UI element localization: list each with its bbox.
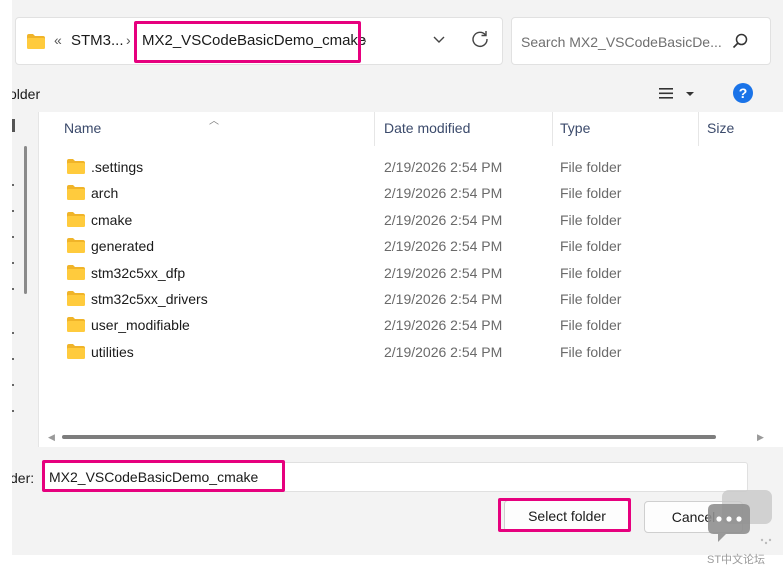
file-date: 2/19/2026 2:54 PM xyxy=(384,159,503,175)
file-type: File folder xyxy=(560,343,622,360)
table-row[interactable]: generated 2/19/2026 2:54 PM File folder xyxy=(39,233,783,259)
table-row[interactable]: stm32c5xx_dfp 2/19/2026 2:54 PM File folde… xyxy=(39,260,783,286)
file-type: File folder xyxy=(560,159,622,175)
file-date: 2/19/2026 2:54 PM xyxy=(384,343,503,360)
file-date: 2/19/2026 2:54 PM xyxy=(384,211,503,228)
folder-icon xyxy=(67,291,85,306)
nav-item-marker xyxy=(12,288,14,290)
nav-item-marker xyxy=(12,358,14,360)
column-divider[interactable] xyxy=(698,112,699,146)
breadcrumb-highlight xyxy=(134,21,361,63)
navigation-pane[interactable] xyxy=(12,112,38,447)
column-divider[interactable] xyxy=(552,112,553,146)
breadcrumb-item-parent[interactable]: STM3... xyxy=(71,32,124,49)
folder-icon xyxy=(67,264,85,280)
breadcrumb-separator-end[interactable]: › xyxy=(362,32,367,48)
table-row[interactable]: arch 2/19/2026 2:54 PM File folder xyxy=(39,180,783,206)
folder-icon xyxy=(67,238,85,254)
file-name[interactable]: utilities xyxy=(91,344,134,360)
file-type: File folder xyxy=(560,238,622,255)
folder-icon xyxy=(67,343,85,359)
column-header-name[interactable]: Name xyxy=(64,120,101,136)
table-row[interactable]: stm32c5xx_drivers 2/19/2026 2:54 PM File f… xyxy=(39,286,783,312)
file-name[interactable]: stm32c5xx_dfp xyxy=(91,265,185,281)
scrollbar-thumb[interactable] xyxy=(62,435,716,439)
file-date: 2/19/2026 2:54 PM xyxy=(384,291,503,307)
file-date: 2/19/2026 2:54 PM xyxy=(384,238,503,255)
chevron-down-icon[interactable] xyxy=(430,30,448,48)
folder-picker-dialog: « STM3... › MX2_VSCodeBasicDemo_cmake › … xyxy=(12,0,783,555)
nav-item-marker xyxy=(12,262,14,264)
nav-scrollbar[interactable] xyxy=(24,146,27,294)
file-type: File folder xyxy=(560,317,622,334)
nav-item-marker xyxy=(12,384,14,386)
folder-input-highlight xyxy=(42,460,285,492)
folder-icon xyxy=(67,185,85,201)
file-name[interactable]: stm32c5xx_drivers xyxy=(91,291,208,307)
folder-icon xyxy=(67,211,85,227)
file-type: File folder xyxy=(560,291,622,307)
file-date: 2/19/2026 2:54 PM xyxy=(384,317,503,334)
table-row[interactable]: utilities 2/19/2026 2:54 PM File folder xyxy=(39,339,783,365)
search-placeholder[interactable]: Search MX2_VSCodeBasicDe... xyxy=(521,34,722,50)
nav-item-marker xyxy=(12,410,14,412)
search-box[interactable]: Search MX2_VSCodeBasicDe... xyxy=(511,17,771,65)
new-folder-button[interactable]: older xyxy=(12,86,40,102)
nav-item-marker xyxy=(12,210,14,212)
file-list[interactable]: ︿ Name Date modified Type Size .settings… xyxy=(38,112,783,447)
nav-item-marker xyxy=(12,236,14,238)
search-icon[interactable] xyxy=(731,32,749,50)
folder-icon xyxy=(67,159,85,174)
table-row[interactable]: cmake 2/19/2026 2:54 PM File folder xyxy=(39,207,783,233)
list-view-icon[interactable] xyxy=(659,85,703,103)
file-name[interactable]: generated xyxy=(91,238,154,254)
file-date: 2/19/2026 2:54 PM xyxy=(384,185,503,202)
folder-icon xyxy=(27,34,45,49)
file-name[interactable]: cmake xyxy=(91,212,132,228)
table-row[interactable]: user_modifiable 2/19/2026 2:54 PM File fol… xyxy=(39,312,783,338)
table-row[interactable]: .settings 2/19/2026 2:54 PM File folder xyxy=(39,154,783,180)
chat-bubble-icon xyxy=(708,490,772,545)
horizontal-scrollbar[interactable]: ◀ ▶ xyxy=(12,430,783,446)
column-header-date[interactable]: Date modified xyxy=(384,120,470,136)
scroll-right-icon[interactable]: ▶ xyxy=(757,432,764,443)
breadcrumb-separator[interactable]: › xyxy=(126,32,131,48)
sort-ascending-icon: ︿ xyxy=(209,116,219,127)
breadcrumb-overflow[interactable]: « xyxy=(54,32,62,48)
nav-pane-edge xyxy=(12,119,15,132)
folder-icon xyxy=(67,317,85,333)
help-icon[interactable]: ? xyxy=(733,83,753,103)
column-header-type[interactable]: Type xyxy=(560,120,590,136)
folder-field-label: der: xyxy=(12,470,35,486)
file-type: File folder xyxy=(560,185,622,202)
file-date: 2/19/2026 2:54 PM xyxy=(384,264,503,281)
column-divider[interactable] xyxy=(374,112,375,146)
column-header-size[interactable]: Size xyxy=(707,120,734,136)
file-name[interactable]: user_modifiable xyxy=(91,317,190,333)
file-type: File folder xyxy=(560,211,622,228)
nav-item-marker xyxy=(12,332,14,334)
select-button-highlight xyxy=(498,498,631,532)
file-name[interactable]: .settings xyxy=(91,159,143,175)
watermark-text: ST中文论坛 xyxy=(707,554,766,566)
nav-item-marker xyxy=(12,184,14,186)
scroll-left-icon[interactable]: ◀ xyxy=(48,432,55,443)
file-type: File folder xyxy=(560,264,622,281)
file-name[interactable]: arch xyxy=(91,185,118,201)
refresh-icon[interactable] xyxy=(470,29,490,49)
